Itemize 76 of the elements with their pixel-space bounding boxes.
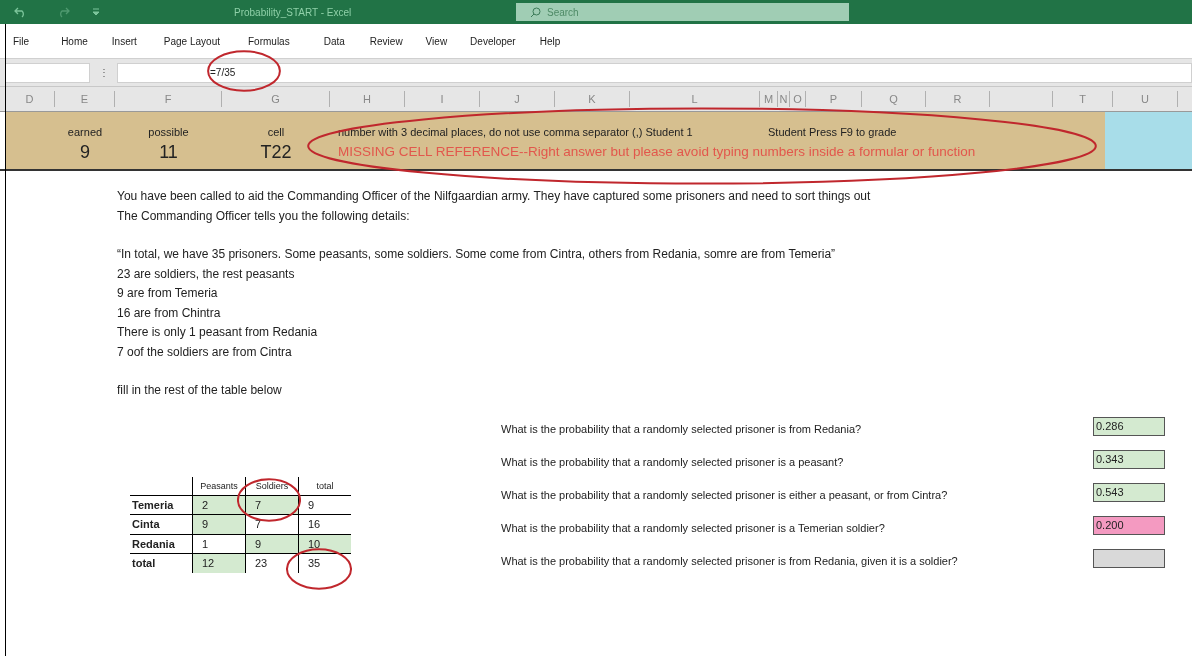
menu-tab[interactable]: Home bbox=[61, 33, 88, 49]
more-options[interactable]: ⋮ bbox=[90, 65, 117, 80]
column-header[interactable]: L bbox=[630, 91, 760, 107]
question-text: What is the probability that a randomly selected prisoner is a peasant? bbox=[501, 455, 845, 471]
answer-cell[interactable]: 0.543 bbox=[1093, 483, 1165, 502]
column-header[interactable]: K bbox=[555, 91, 630, 107]
formula-field[interactable]: =7/35 bbox=[117, 62, 1192, 83]
feedback-message: MISSING CELL REFERENCE--Right answer but please avoid typing numbers inside a formular or function bbox=[338, 142, 976, 161]
row-label: Cinta bbox=[131, 517, 161, 532]
question-text: What is the probability that a randomly selected prisoner is from Redania, given it is a soldier? bbox=[501, 554, 959, 570]
column-header[interactable]: R bbox=[926, 91, 990, 107]
answer-cell[interactable]: 0.200 bbox=[1093, 516, 1165, 535]
table-cell: 9 bbox=[192, 515, 245, 534]
question-text: What is the probability that a randomly selected prisoner is from Redania? bbox=[501, 422, 863, 438]
menu-tab[interactable]: Page Layout bbox=[163, 33, 220, 49]
column-header[interactable]: O bbox=[790, 91, 806, 107]
row-label: Temeria bbox=[131, 497, 175, 513]
table-cell: 2 bbox=[192, 495, 245, 514]
search-placeholder: Search bbox=[547, 5, 579, 20]
search-field[interactable]: Search bbox=[516, 3, 849, 21]
detail-text: 16 are from Chintra bbox=[117, 304, 222, 322]
earned-value: 9 bbox=[80, 140, 90, 163]
table-header: total bbox=[298, 476, 351, 495]
column-header[interactable]: Q bbox=[862, 91, 926, 107]
menu-tab[interactable]: View bbox=[425, 33, 448, 49]
table-cell: 12 bbox=[192, 554, 245, 573]
table-cell: 7 bbox=[245, 495, 298, 514]
name-box[interactable] bbox=[5, 62, 90, 83]
detail-text: There is only 1 peasant from Redania bbox=[117, 324, 319, 341]
possible-value: 11 bbox=[159, 140, 178, 163]
instruction-text: number with 3 decimal places, do not use comma separator (,) Student 1 bbox=[338, 125, 694, 140]
menu-tab[interactable]: Insert bbox=[111, 33, 137, 49]
intro-text: The Commanding Officer tells you the following details: bbox=[117, 207, 411, 225]
menu-tab[interactable]: Formulas bbox=[248, 33, 290, 49]
task-text: fill in the rest of the table below bbox=[117, 382, 283, 399]
question-text: What is the probability that a randomly selected prisoner is a Temerian soldier? bbox=[501, 521, 886, 537]
window-title: Probability_START - Excel bbox=[234, 5, 353, 20]
table-header: Peasants bbox=[192, 476, 245, 495]
column-header[interactable]: J bbox=[480, 91, 555, 107]
grade-hint: Student Press F9 to grade bbox=[768, 125, 897, 140]
detail-text: 9 are from Temeria bbox=[117, 285, 219, 302]
answer-cell[interactable]: 0.286 bbox=[1093, 417, 1165, 436]
column-header[interactable]: P bbox=[806, 91, 862, 107]
question-text: What is the probability that a randomly selected prisoner is either a peasant, or from Cintra? bbox=[501, 488, 949, 504]
column-header[interactable]: F bbox=[115, 91, 222, 107]
column-header[interactable]: U bbox=[1113, 91, 1178, 107]
menu-tab[interactable]: Data bbox=[323, 33, 345, 49]
detail-text: “In total, we have 35 prisoners. Some peasants, some soldiers. Some come from Cintra, others from Redania, somre are from Temeria” bbox=[117, 246, 837, 263]
column-header[interactable]: M bbox=[760, 91, 778, 107]
table-header: Soldiers bbox=[245, 476, 298, 495]
intro-text: You have been called to aid the Commanding Officer of the Nilfgaardian army. They have captured some prisoners and need to sort things out bbox=[117, 188, 872, 205]
possible-label: possible bbox=[148, 125, 189, 140]
earned-label: earned bbox=[67, 125, 103, 140]
answer-cell[interactable]: 0.343 bbox=[1093, 450, 1165, 469]
cell-value: T22 bbox=[260, 140, 292, 163]
menu-tab[interactable]: File bbox=[13, 33, 30, 49]
menu-tab[interactable]: Review bbox=[369, 33, 403, 49]
column-header[interactable]: E bbox=[55, 91, 115, 107]
cell-label: cell bbox=[267, 125, 285, 140]
detail-text: 23 are soldiers, the rest peasants bbox=[117, 265, 296, 283]
row-label: total bbox=[131, 556, 157, 571]
annotation-ellipse bbox=[286, 548, 352, 590]
menu-tab[interactable]: Developer bbox=[470, 33, 516, 49]
table-cell: 10 bbox=[298, 534, 351, 553]
column-header[interactable]: N bbox=[778, 91, 790, 107]
customize-icon[interactable] bbox=[92, 8, 100, 16]
row-label: Redania bbox=[131, 536, 176, 552]
column-header[interactable]: D bbox=[5, 91, 55, 107]
column-header[interactable]: H bbox=[330, 91, 405, 107]
column-header[interactable]: G bbox=[222, 91, 330, 107]
detail-text: 7 oof the soldiers are from Cintra bbox=[117, 343, 293, 361]
answer-cell[interactable] bbox=[1093, 549, 1165, 568]
menu-tab[interactable]: Help bbox=[539, 33, 561, 49]
search-icon bbox=[530, 6, 541, 18]
column-header[interactable]: T bbox=[1053, 91, 1113, 107]
table-cell: 9 bbox=[245, 534, 298, 553]
